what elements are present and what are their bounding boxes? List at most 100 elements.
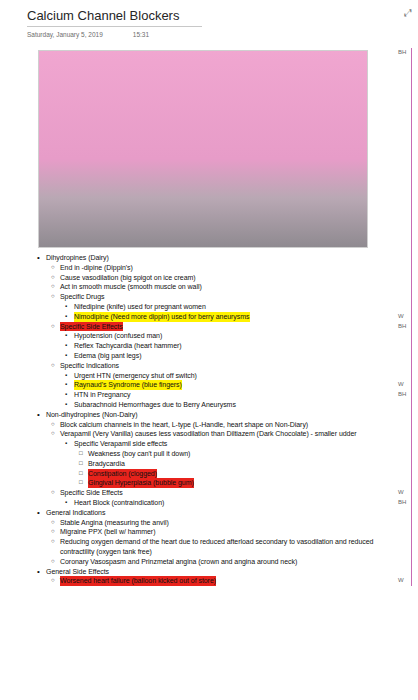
bullet-icon: ▪ — [65, 390, 74, 400]
bullet-icon: ○ — [51, 420, 60, 430]
item-text[interactable]: End in -dipine (Dippin's) — [60, 263, 133, 273]
item-text[interactable]: Reducing oxygen demand of the heart due … — [60, 537, 394, 557]
item-text[interactable]: Verapamil (Very Vanilla) causes less vas… — [60, 429, 357, 439]
margin-tag — [398, 351, 412, 361]
margin-tag — [398, 420, 412, 430]
item-text[interactable]: Hypotension (confused man) — [74, 331, 162, 341]
outline-item[interactable]: ○Stable Angina (measuring the anvil) — [18, 518, 398, 528]
outline-row: ▪Reflex Tachycardia (heart hammer) — [18, 341, 412, 351]
outline-item[interactable]: ▪Subarachnoid Hemorrhages due to Berry A… — [18, 400, 398, 410]
outline-item[interactable]: •General Side Effects — [18, 567, 398, 577]
outline-item[interactable]: ▪Raynaud's Syndrome (blue fingers) — [18, 380, 398, 390]
outline-item[interactable]: ○Worsened heart failure (balloon kicked … — [18, 576, 398, 586]
bullet-icon: □ — [79, 478, 88, 488]
outline-item[interactable]: ○Cause vasodilation (big spigot on ice c… — [18, 273, 398, 283]
item-text[interactable]: Specific Drugs — [60, 292, 104, 302]
item-text[interactable]: Weakness (boy can't pull it down) — [88, 449, 190, 459]
expand-icon[interactable]: ⤢ — [404, 8, 412, 18]
outline-row: ○Specific Side EffectsBH — [18, 322, 412, 332]
item-text[interactable]: Nifedipine (knife) used for pregnant wom… — [74, 302, 206, 312]
bullet-icon: ▪ — [65, 312, 74, 322]
outline-item[interactable]: ▪Reflex Tachycardia (heart hammer) — [18, 341, 398, 351]
item-text[interactable]: Heart Block (contraindication) — [74, 498, 164, 508]
margin-tag: W — [398, 312, 412, 322]
bullet-icon: ▪ — [65, 351, 74, 361]
item-text[interactable]: Worsened heart failure (balloon kicked o… — [60, 576, 216, 586]
bullet-icon: ▪ — [65, 380, 74, 390]
outline-row: ○Migraine PPX (bell w/ hammer) — [18, 527, 412, 537]
mnemonic-illustration[interactable] — [38, 50, 368, 248]
outline-item[interactable]: ○Reducing oxygen demand of the heart due… — [18, 537, 398, 557]
outline-row: •Non-dihydropines (Non-Dairy) — [18, 410, 412, 420]
margin-tag — [398, 253, 412, 263]
outline-item[interactable]: ○Specific Indications — [18, 361, 398, 371]
item-text[interactable]: Cause vasodilation (big spigot on ice cr… — [60, 273, 196, 283]
outline-item[interactable]: ○Act in smooth muscle (smooth muscle on … — [18, 282, 398, 292]
item-text[interactable]: Urgent HTN (emergency shut off switch) — [74, 371, 197, 381]
outline-row: ○Coronary Vasospasm and Prinzmetal angin… — [18, 557, 412, 567]
outline-item[interactable]: ○Migraine PPX (bell w/ hammer) — [18, 527, 398, 537]
item-text[interactable]: Dihydropines (Dairy) — [46, 253, 109, 263]
margin-tag — [398, 459, 412, 469]
item-text[interactable]: Specific Side Effects — [60, 322, 123, 332]
outline-item[interactable]: □Weakness (boy can't pull it down) — [18, 449, 398, 459]
outline-item[interactable]: ○Verapamil (Very Vanilla) causes less va… — [18, 429, 398, 439]
outline-item[interactable]: ○Specific Side Effects — [18, 322, 398, 332]
bullet-icon: ○ — [51, 557, 60, 567]
margin-tag — [398, 527, 412, 537]
item-text[interactable]: HTN in Pregnancy — [74, 390, 130, 400]
outline-row: □Weakness (boy can't pull it down) — [18, 449, 412, 459]
page-title[interactable]: Calcium Channel Blockers — [27, 8, 202, 27]
outline-item[interactable]: ▪Urgent HTN (emergency shut off switch) — [18, 371, 398, 381]
outline-item[interactable]: ○Specific Drugs — [18, 292, 398, 302]
outline-item[interactable]: ▪Nimodipine (Need more dippin) used for … — [18, 312, 398, 322]
outline-item[interactable]: ▪Heart Block (contraindication) — [18, 498, 398, 508]
outline-item[interactable]: ▪HTN in Pregnancy — [18, 390, 398, 400]
outline-item[interactable]: ○Coronary Vasospasm and Prinzmetal angin… — [18, 557, 398, 567]
item-text[interactable]: Reflex Tachycardia (heart hammer) — [74, 341, 182, 351]
item-text[interactable]: Act in smooth muscle (smooth muscle on w… — [60, 282, 202, 292]
item-text[interactable]: Edema (big pant legs) — [74, 351, 141, 361]
outline-item[interactable]: □Bradycardia — [18, 459, 398, 469]
outline-item[interactable]: ▪Hypotension (confused man) — [18, 331, 398, 341]
outline-item[interactable]: □Constipation (clogged) — [18, 469, 398, 479]
bullet-icon: ○ — [51, 537, 60, 547]
outline-item[interactable]: □Gingival Hyperplasia (bubble gum) — [18, 478, 398, 488]
item-text[interactable]: Migraine PPX (bell w/ hammer) — [60, 527, 155, 537]
outline-item[interactable]: •General Indications — [18, 508, 398, 518]
outline-item[interactable]: •Non-dihydropines (Non-Dairy) — [18, 410, 398, 420]
outline-item[interactable]: ▪Edema (big pant legs) — [18, 351, 398, 361]
bullet-icon: ○ — [51, 429, 60, 439]
item-text[interactable]: Subarachnoid Hemorrhages due to Berry An… — [74, 400, 236, 410]
item-text[interactable]: Stable Angina (measuring the anvil) — [60, 518, 169, 528]
bullet-icon: ○ — [51, 292, 60, 302]
outline-item[interactable]: ○Specific Side Effects — [18, 488, 398, 498]
bullet-icon: ○ — [51, 273, 60, 283]
bullet-icon: □ — [79, 469, 88, 479]
item-text[interactable]: Nimodipine (Need more dippin) used for b… — [74, 312, 250, 322]
outline-row: ▪Nifedipine (knife) used for pregnant wo… — [18, 302, 412, 312]
item-text[interactable]: Non-dihydropines (Non-Dairy) — [46, 410, 138, 420]
item-text[interactable]: Specific Verapamil side effects — [74, 439, 167, 449]
outline-item[interactable]: ○Block calcium channels in the heart, L-… — [18, 420, 398, 430]
outline-item[interactable]: ○End in -dipine (Dippin's) — [18, 263, 398, 273]
item-text[interactable]: Gingival Hyperplasia (bubble gum) — [88, 478, 194, 488]
item-text[interactable]: Specific Side Effects — [60, 488, 123, 498]
outline-row: •General Indications — [18, 508, 412, 518]
item-text[interactable]: Raynaud's Syndrome (blue fingers) — [74, 380, 182, 390]
outline-item[interactable]: ▪Nifedipine (knife) used for pregnant wo… — [18, 302, 398, 312]
margin-tag: BH — [398, 498, 412, 508]
item-text[interactable]: Block calcium channels in the heart, L-t… — [60, 420, 308, 430]
margin-tag: W — [398, 488, 412, 498]
outline-item[interactable]: •Dihydropines (Dairy) — [18, 253, 398, 263]
item-text[interactable]: General Side Effects — [46, 567, 109, 577]
outline-item[interactable]: ▪Specific Verapamil side effects — [18, 439, 398, 449]
margin-tag: BH — [398, 390, 412, 400]
margin-tag — [398, 292, 412, 302]
item-text[interactable]: Constipation (clogged) — [88, 469, 157, 479]
item-text[interactable]: Bradycardia — [88, 459, 125, 469]
outline-row: ▪Edema (big pant legs) — [18, 351, 412, 361]
item-text[interactable]: Coronary Vasospasm and Prinzmetal angina… — [60, 557, 297, 567]
item-text[interactable]: Specific Indications — [60, 361, 119, 371]
item-text[interactable]: General Indications — [46, 508, 105, 518]
